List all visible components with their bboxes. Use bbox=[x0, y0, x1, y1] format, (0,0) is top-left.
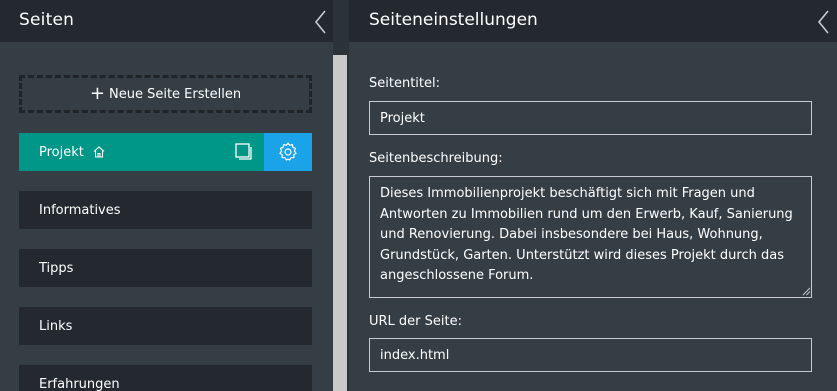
settings-panel-title: Seiteneinstellungen bbox=[369, 10, 538, 30]
page-item-label: Links bbox=[39, 318, 73, 334]
pages-panel: Seiten + Neue Seite Erstellen Projekt In… bbox=[0, 0, 333, 391]
plus-icon: + bbox=[89, 83, 105, 104]
new-page-button[interactable]: + Neue Seite Erstellen bbox=[19, 75, 312, 113]
chevron-left-icon bbox=[314, 10, 326, 34]
page-settings-button[interactable] bbox=[264, 133, 312, 171]
page-item-links[interactable]: Links bbox=[19, 307, 312, 345]
chevron-left-icon bbox=[817, 10, 829, 34]
page-description-textarea[interactable]: Dieses Immobilienprojekt beschäftigt sic… bbox=[369, 176, 812, 298]
home-icon bbox=[93, 146, 105, 158]
page-url-input[interactable] bbox=[369, 338, 812, 372]
page-item-label: Tipps bbox=[39, 260, 74, 276]
collapse-pages-button[interactable] bbox=[311, 9, 333, 35]
new-page-label: Neue Seite Erstellen bbox=[109, 86, 242, 102]
page-item-label: Projekt bbox=[39, 144, 84, 160]
page-item-erfahrungen[interactable]: Erfahrungen bbox=[19, 365, 312, 391]
page-item-main[interactable]: Projekt bbox=[19, 133, 224, 171]
page-title-label: Seitentitel: bbox=[369, 76, 440, 91]
page-item-label: Erfahrungen bbox=[39, 376, 120, 391]
page-settings-panel: Seiteneinstellungen Seitentitel: Seitenb… bbox=[349, 0, 837, 391]
page-item-tipps[interactable]: Tipps bbox=[19, 249, 312, 287]
pages-scrollbar[interactable] bbox=[333, 55, 347, 391]
collapse-settings-button[interactable] bbox=[814, 9, 836, 35]
page-url-label: URL der Seite: bbox=[369, 314, 462, 329]
resize-grip-icon[interactable] bbox=[802, 287, 811, 296]
copy-icon bbox=[235, 143, 252, 160]
page-item-label: Informatives bbox=[39, 202, 121, 218]
page-description-label: Seitenbeschreibung: bbox=[369, 151, 503, 166]
page-title-input[interactable] bbox=[369, 101, 812, 135]
duplicate-page-button[interactable] bbox=[224, 133, 264, 171]
pages-panel-header: Seiten bbox=[0, 0, 333, 42]
settings-panel-header: Seiteneinstellungen bbox=[349, 0, 837, 42]
pages-panel-title: Seiten bbox=[19, 10, 75, 30]
page-item-projekt[interactable]: Projekt bbox=[19, 133, 312, 171]
page-item-informatives[interactable]: Informatives bbox=[19, 191, 312, 229]
gear-icon bbox=[279, 141, 297, 161]
